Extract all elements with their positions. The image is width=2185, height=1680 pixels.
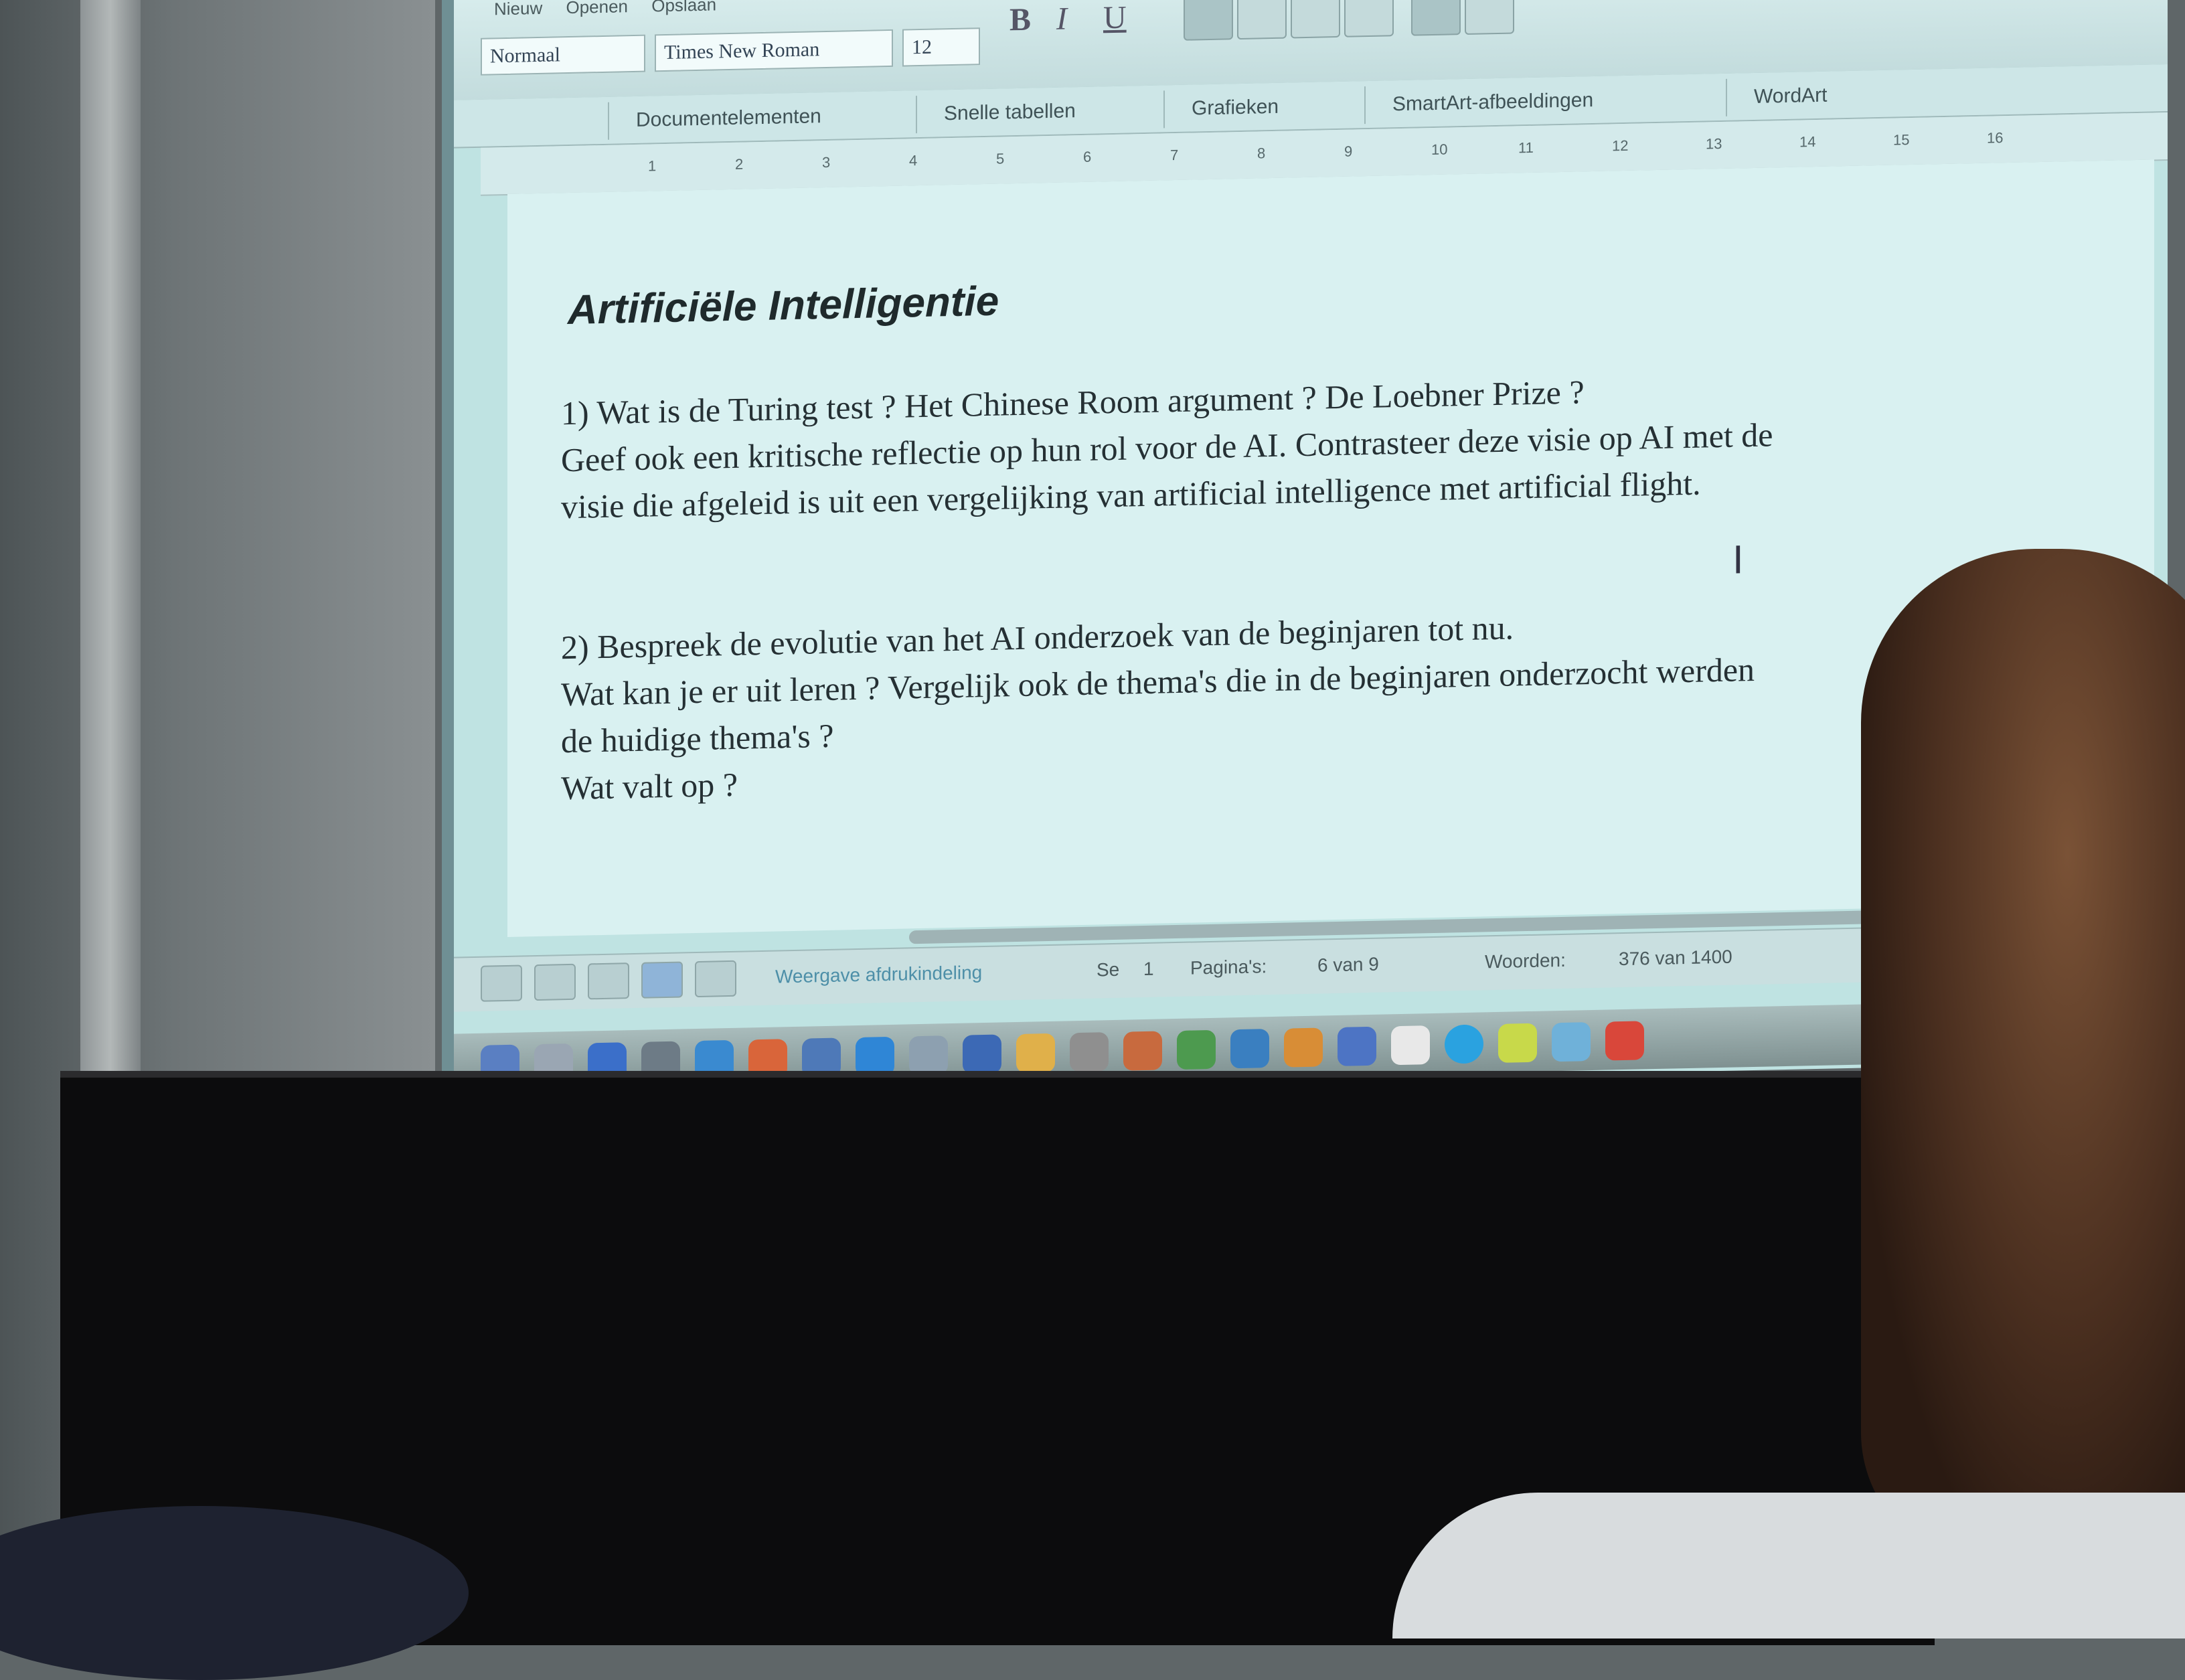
draft-view-button[interactable] <box>481 964 522 1002</box>
pages-label: Pagina's: <box>1190 956 1267 979</box>
words-label: Woorden: <box>1485 949 1566 973</box>
tab-grafieken[interactable]: Grafieken <box>1163 87 1306 129</box>
bold-button[interactable]: B <box>1009 1 1031 39</box>
ruler-mark: 13 <box>1706 135 1722 153</box>
app-icon[interactable] <box>1552 1022 1591 1062</box>
bullet-list-button[interactable] <box>1411 0 1461 36</box>
preview-icon[interactable] <box>909 1035 948 1076</box>
tab-smartart[interactable]: SmartArt-afbeeldingen <box>1364 81 1621 124</box>
ruler-mark: 6 <box>1083 148 1092 165</box>
words-value: 376 van 1400 <box>1619 946 1732 970</box>
app-icon[interactable] <box>1338 1026 1376 1066</box>
italic-button[interactable]: I <box>1056 0 1067 37</box>
publishing-view-button[interactable] <box>588 962 629 1000</box>
skype-icon[interactable] <box>1445 1024 1483 1064</box>
person-shirt <box>1392 1493 2185 1639</box>
font-size-select[interactable]: 12 <box>902 27 980 67</box>
align-left-button[interactable] <box>1184 0 1233 41</box>
ruler-mark: 8 <box>1257 145 1266 162</box>
photos-icon[interactable] <box>1016 1033 1055 1074</box>
app-icon[interactable] <box>1177 1029 1216 1070</box>
tab-snelle-tabellen[interactable]: Snelle tabellen <box>916 92 1103 134</box>
tab-documentelementen[interactable]: Documentelementen <box>608 97 848 140</box>
tab-wordart[interactable]: WordArt <box>1726 76 1854 116</box>
ruler-mark: 16 <box>1987 129 2004 147</box>
question-2-line-4: Wat valt op ? <box>561 765 738 807</box>
ruler-mark: 14 <box>1799 133 1816 151</box>
font-select[interactable]: Times New Roman <box>655 29 893 72</box>
underline-button[interactable]: U <box>1103 0 1127 36</box>
outline-view-button[interactable] <box>534 963 576 1001</box>
align-right-button[interactable] <box>1291 0 1340 39</box>
print-layout-view-button[interactable] <box>641 961 683 999</box>
section-label: Se <box>1097 958 1120 981</box>
menu-new[interactable]: Nieuw <box>494 0 542 19</box>
full-screen-view-button[interactable] <box>695 960 736 998</box>
document-title: Artificiële Intelligentie <box>568 278 999 334</box>
app-icon[interactable] <box>1230 1029 1269 1069</box>
menu-save[interactable]: Opslaan <box>651 0 716 15</box>
view-mode-label: Weergave afdrukindeling <box>775 962 983 987</box>
app-icon[interactable] <box>1605 1021 1644 1061</box>
ruler-mark: 11 <box>1518 139 1534 157</box>
text-cursor-icon: I <box>1732 537 1744 582</box>
justify-button[interactable] <box>1344 0 1394 37</box>
menu-strip: Nieuw Openen Opslaan <box>494 0 735 19</box>
align-center-button[interactable] <box>1237 0 1287 40</box>
ruler-mark: 15 <box>1893 131 1910 149</box>
numbered-list-button[interactable] <box>1465 0 1514 35</box>
menu-open[interactable]: Openen <box>566 0 628 17</box>
ruler-mark: 9 <box>1344 143 1353 160</box>
itunes-icon[interactable] <box>963 1034 1001 1074</box>
app-icon[interactable] <box>1123 1031 1162 1071</box>
pages-value: 6 van 9 <box>1317 953 1379 976</box>
ruler-mark: 7 <box>1170 146 1179 164</box>
person-head <box>1861 549 2185 1566</box>
ruler-mark: 4 <box>909 152 918 169</box>
app-icon[interactable] <box>1284 1027 1323 1068</box>
style-select[interactable]: Normaal <box>481 34 645 76</box>
ruler-mark: 5 <box>996 150 1005 167</box>
app-icon[interactable] <box>1391 1025 1430 1066</box>
ruler-mark: 12 <box>1612 137 1629 155</box>
app-icon[interactable] <box>1498 1023 1537 1063</box>
ruler-mark: 1 <box>648 157 657 175</box>
ruler-mark: 10 <box>1431 141 1448 159</box>
system-preferences-icon[interactable] <box>1070 1032 1109 1072</box>
section-value: 1 <box>1143 958 1154 980</box>
question-2-line-3: de huidige thema's ? <box>561 716 834 760</box>
ruler-mark: 2 <box>735 155 744 173</box>
ruler-mark: 3 <box>822 153 831 171</box>
